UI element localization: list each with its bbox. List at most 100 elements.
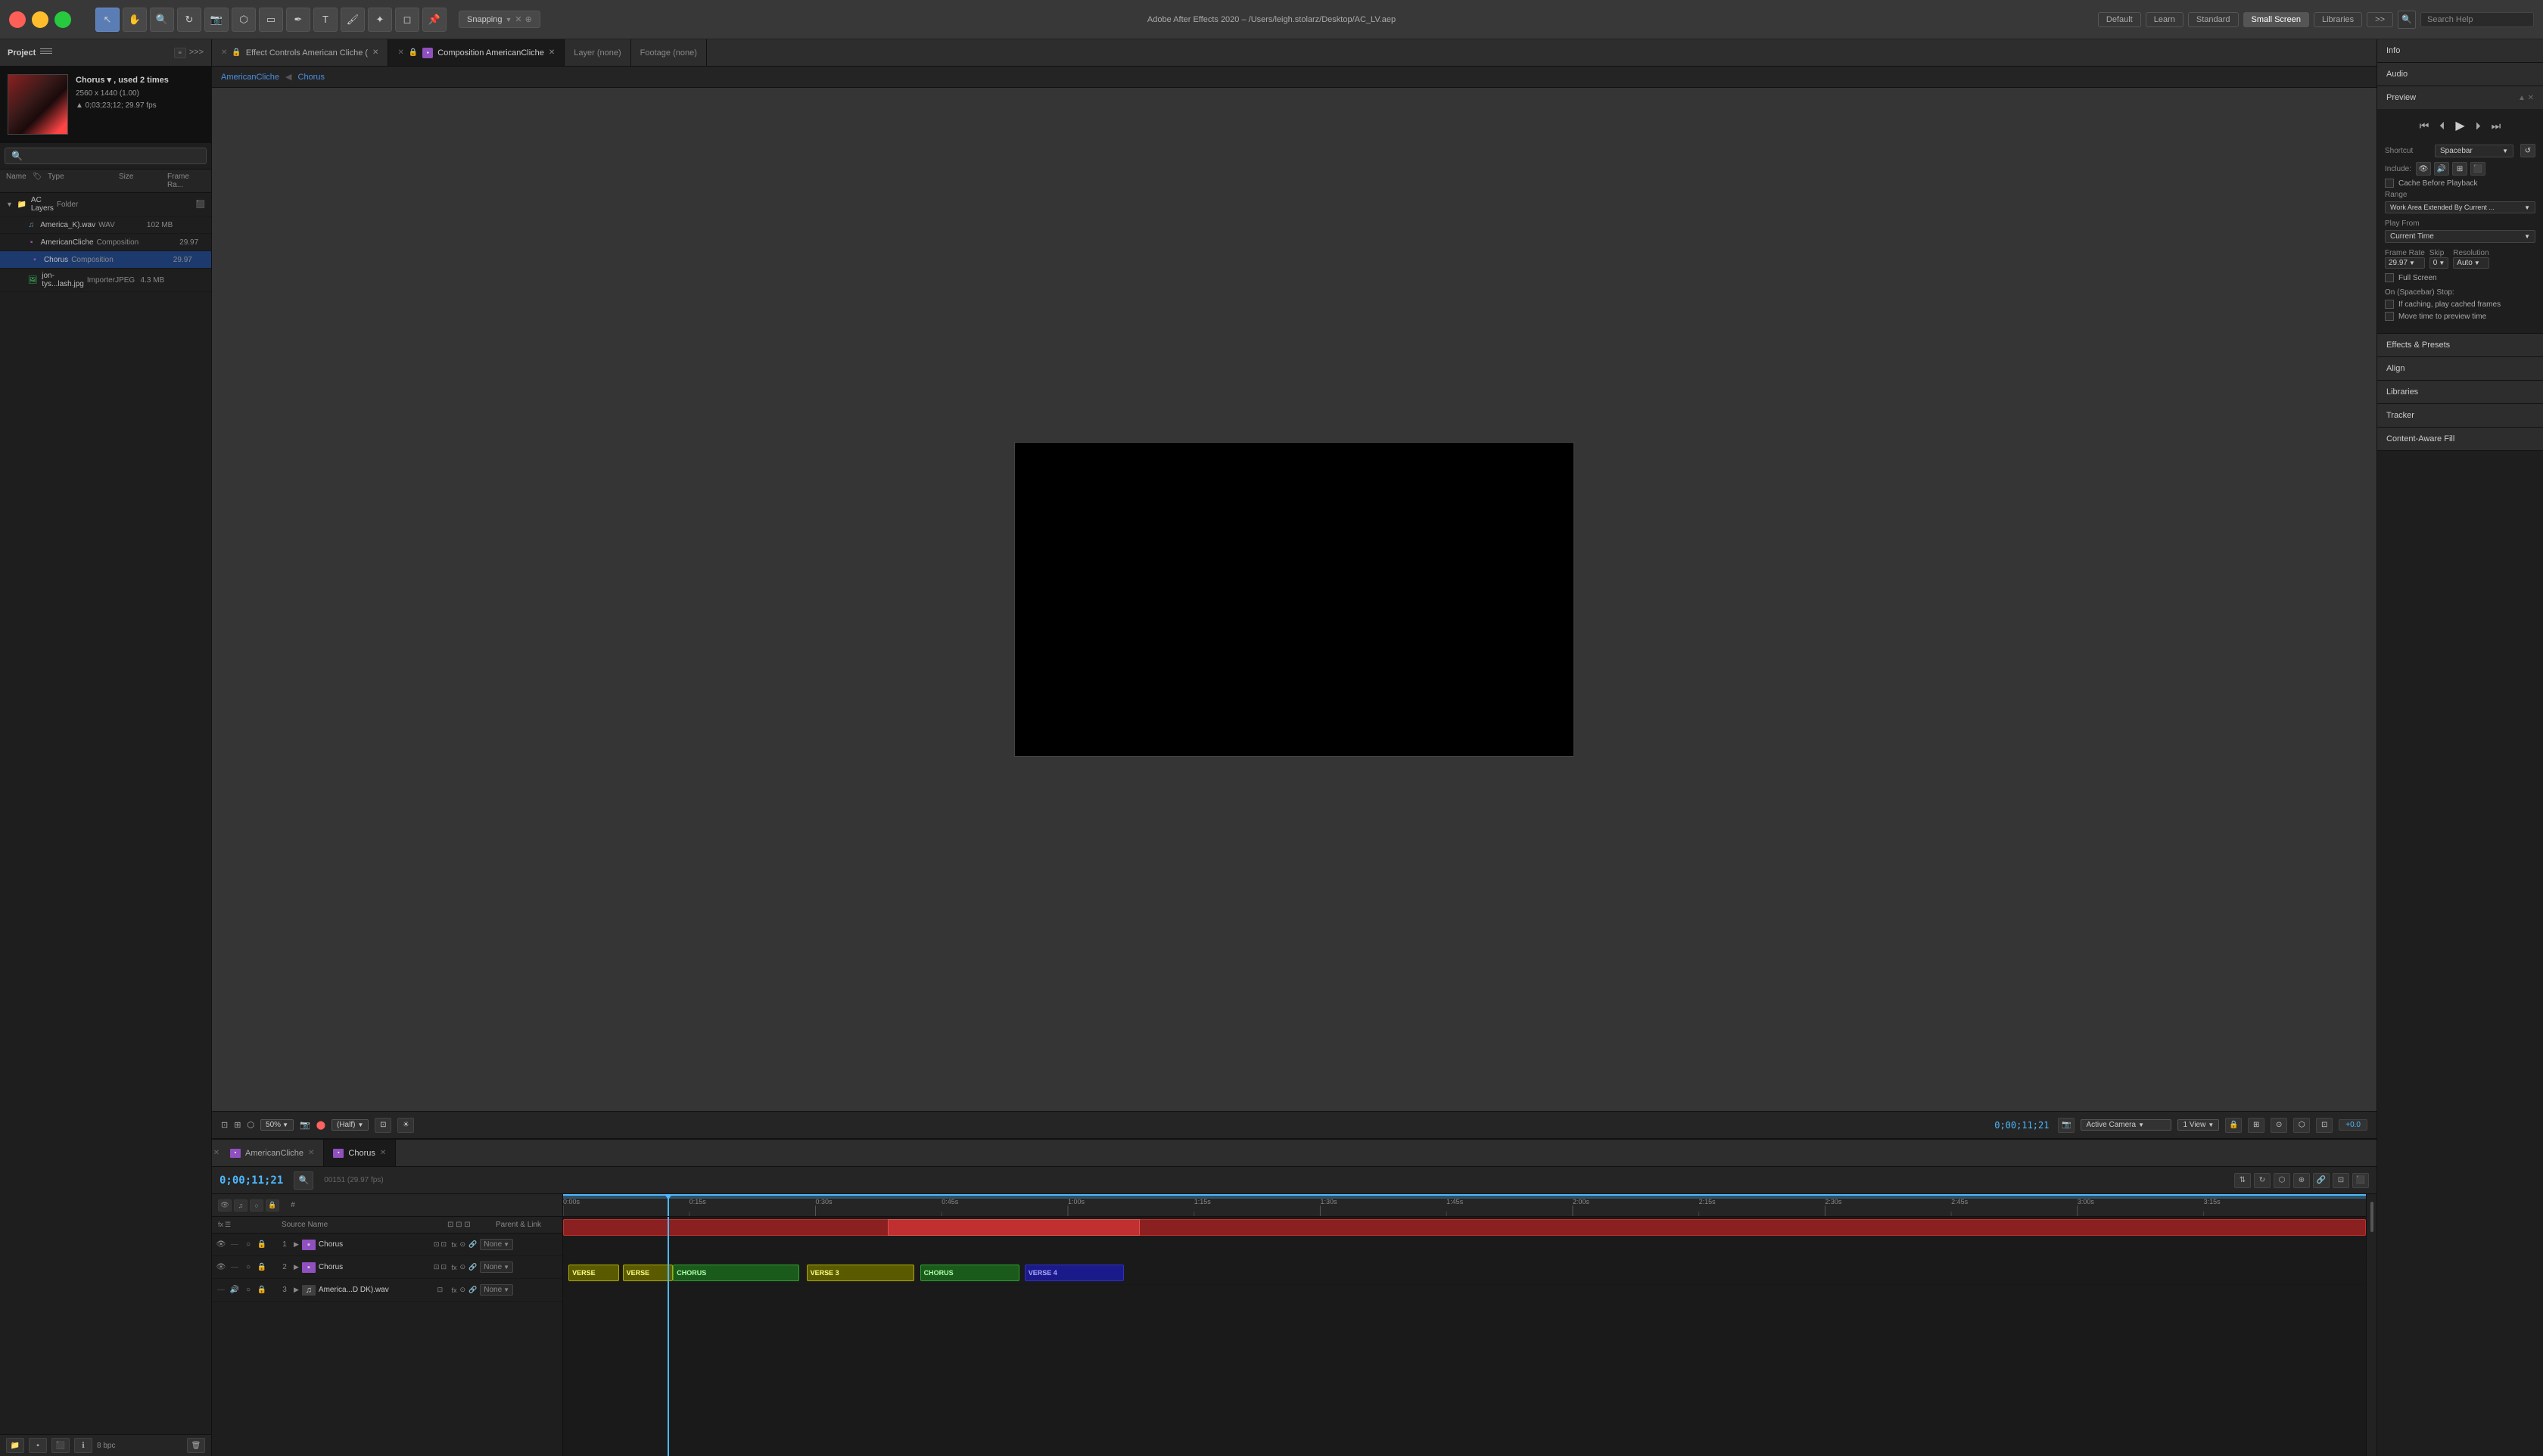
resolution-playback-select[interactable]: Auto ▼: [2453, 257, 2489, 269]
region-of-interest-button[interactable]: ⊡: [221, 1120, 228, 1130]
track-clip-chorus1[interactable]: CHORUS: [673, 1265, 799, 1281]
layer-2-audio[interactable]: —: [229, 1262, 241, 1273]
always-preview-button[interactable]: ⊙: [2271, 1118, 2287, 1133]
resolution-select[interactable]: (Half) ▼: [331, 1119, 369, 1131]
search-timeline-button[interactable]: 🔍: [294, 1171, 313, 1190]
layer-2-solo[interactable]: ○: [242, 1262, 254, 1273]
draft-quality-button[interactable]: ⬡: [2293, 1118, 2310, 1133]
breadcrumb-chorus[interactable]: Chorus: [298, 73, 325, 82]
timeline-tab-chorus[interactable]: ▪ Chorus ✕: [324, 1140, 396, 1166]
content-aware-fill-header[interactable]: Content-Aware Fill: [2377, 428, 2543, 450]
layer-1-lock[interactable]: 🔒: [256, 1240, 268, 1250]
lock-ctrl[interactable]: 🔒: [266, 1199, 279, 1212]
layer-row-1[interactable]: 👁 — ○ 🔒 1 ▶ ▪ Chorus ⊡ ⊡ fx: [212, 1234, 562, 1256]
include-eye-button[interactable]: 👁: [2416, 162, 2431, 176]
file-item-jon-tys[interactable]: 🖼 jon-tys...lash.jpg ImporterJPEG 4.3 MB: [0, 269, 211, 292]
if-caching-checkbox[interactable]: [2385, 300, 2394, 309]
workspace-libraries[interactable]: Libraries: [2314, 12, 2362, 27]
shape-tool[interactable]: ▭: [259, 8, 283, 32]
file-item-ac-layers[interactable]: ▼ 📁 AC Layers Folder ⬛: [0, 193, 211, 216]
play-from-select[interactable]: Current Time ▼: [2385, 230, 2535, 243]
timeline-right-scrollbar[interactable]: [2366, 1194, 2376, 1456]
ac-layers-options[interactable]: ⬛: [196, 201, 205, 209]
new-composition-button[interactable]: ▪: [29, 1438, 47, 1453]
timeline-tab-americancliche[interactable]: ▪ AmericanCliche ✕: [221, 1140, 324, 1166]
tab-footage-none[interactable]: Footage (none): [631, 39, 707, 66]
eye-ctrl[interactable]: 👁: [218, 1199, 232, 1212]
new-solid-button[interactable]: ⬛: [51, 1438, 70, 1453]
brush-tool[interactable]: 🖌: [341, 8, 365, 32]
layer-3-expand[interactable]: ▶: [294, 1286, 299, 1294]
layer-1-motion-blur[interactable]: ⊙: [459, 1240, 465, 1249]
layer-2-motion-blur[interactable]: ⊙: [459, 1263, 465, 1271]
hand-tool[interactable]: ✋: [123, 8, 147, 32]
workspace-standard[interactable]: Standard: [2188, 12, 2239, 27]
project-search-input[interactable]: [5, 148, 207, 164]
eraser-tool[interactable]: ◻: [395, 8, 419, 32]
pen-tool[interactable]: ✒: [286, 8, 310, 32]
include-audio-button[interactable]: 🔊: [2434, 162, 2449, 176]
effects-presets-header[interactable]: Effects & Presets: [2377, 334, 2543, 356]
selection-tool[interactable]: ↖: [95, 8, 120, 32]
timeline-close-button[interactable]: ✕: [212, 1140, 221, 1166]
range-select[interactable]: Work Area Extended By Current ... ▼: [2385, 201, 2535, 213]
shortcut-select[interactable]: Spacebar ▼: [2435, 145, 2513, 157]
file-item-chorus[interactable]: ▪ Chorus Composition 29.97: [0, 251, 211, 269]
step-forward-button[interactable]: ⏵: [2474, 118, 2482, 134]
close-icon-comp[interactable]: ✕: [549, 48, 555, 57]
solo-ctrl[interactable]: ○: [250, 1199, 263, 1212]
camera-tool[interactable]: 📷: [204, 8, 229, 32]
toggle-pixel-aspect-button[interactable]: ⊡: [375, 1118, 391, 1133]
layer-1-audio[interactable]: —: [229, 1240, 241, 1250]
layer-3-fx[interactable]: fx: [451, 1286, 456, 1294]
file-item-americancliche[interactable]: ▪ AmericanCliche Composition 29.97: [0, 234, 211, 251]
behind-tool[interactable]: ⬡: [232, 8, 256, 32]
layer-1-expand[interactable]: ▶: [294, 1240, 299, 1249]
play-pause-button[interactable]: ▶: [2454, 117, 2466, 135]
layer-3-solo[interactable]: ○: [242, 1285, 254, 1296]
timeline-tool-1[interactable]: ⇅: [2234, 1173, 2251, 1188]
layer-2-fx[interactable]: fx: [451, 1264, 456, 1271]
snapping-button[interactable]: Snapping ▼ ✕ ⊕: [459, 11, 540, 28]
shortcut-reset-button[interactable]: ↺: [2520, 144, 2535, 157]
track-clip-layer1[interactable]: [563, 1219, 2366, 1236]
exposure-button[interactable]: ☀: [397, 1118, 414, 1133]
layer-1-eye[interactable]: 👁: [215, 1240, 227, 1250]
info-section-header[interactable]: Info: [2377, 39, 2543, 62]
maximize-button[interactable]: [54, 11, 71, 28]
sync-views-button[interactable]: ⊞: [2248, 1118, 2264, 1133]
close-x-effect[interactable]: ✕: [221, 48, 227, 57]
skip-to-end-button[interactable]: ⏭: [2490, 118, 2503, 134]
more-workspaces-button[interactable]: >>: [2367, 12, 2393, 27]
scrollbar-thumb[interactable]: [2370, 1202, 2373, 1232]
breadcrumb-americancliche[interactable]: AmericanCliche: [221, 73, 279, 82]
tab-layer-none[interactable]: Layer (none): [565, 39, 630, 66]
rotate-tool[interactable]: ↻: [177, 8, 201, 32]
layer-3-parent-select[interactable]: None ▼: [480, 1284, 513, 1296]
track-clip-verse3[interactable]: VERSE 3: [807, 1265, 915, 1281]
layer-3-audio[interactable]: 🔊: [229, 1285, 241, 1296]
lock-view-button[interactable]: 🔒: [2225, 1118, 2242, 1133]
view-select[interactable]: 1 View ▼: [2177, 1119, 2219, 1131]
frame-rate-select[interactable]: 29.97 ▼: [2385, 257, 2425, 269]
layer-3-eye[interactable]: —: [215, 1285, 227, 1296]
zoom-tool[interactable]: 🔍: [150, 8, 174, 32]
camera-select[interactable]: Active Camera ▼: [2081, 1119, 2171, 1131]
interpret-footage-bottom-button[interactable]: ℹ: [74, 1438, 92, 1453]
layer-3-lock[interactable]: 🔒: [256, 1285, 268, 1296]
transparency-grid-button[interactable]: ⊡: [2316, 1118, 2333, 1133]
type-tool[interactable]: T: [313, 8, 338, 32]
close-chorus-tab[interactable]: ✕: [380, 1149, 386, 1157]
layer-3-parent-link[interactable]: 🔗: [468, 1286, 477, 1294]
cache-before-playback-checkbox[interactable]: [2385, 179, 2394, 188]
track-clip-verse2[interactable]: VERSE: [623, 1265, 674, 1281]
layer-2-eye[interactable]: 👁: [215, 1262, 227, 1273]
close-icon-effect[interactable]: ✕: [372, 48, 378, 57]
layer-3-motion-blur[interactable]: ⊙: [459, 1286, 465, 1294]
close-button[interactable]: [9, 11, 26, 28]
track-clip-layer1-highlight[interactable]: [888, 1219, 1140, 1236]
track-clip-verse1[interactable]: VERSE: [568, 1265, 619, 1281]
layer-1-solo[interactable]: ○: [242, 1240, 254, 1250]
layer-2-parent-select[interactable]: None ▼: [480, 1262, 513, 1273]
offset-value[interactable]: +0.0: [2339, 1119, 2367, 1131]
